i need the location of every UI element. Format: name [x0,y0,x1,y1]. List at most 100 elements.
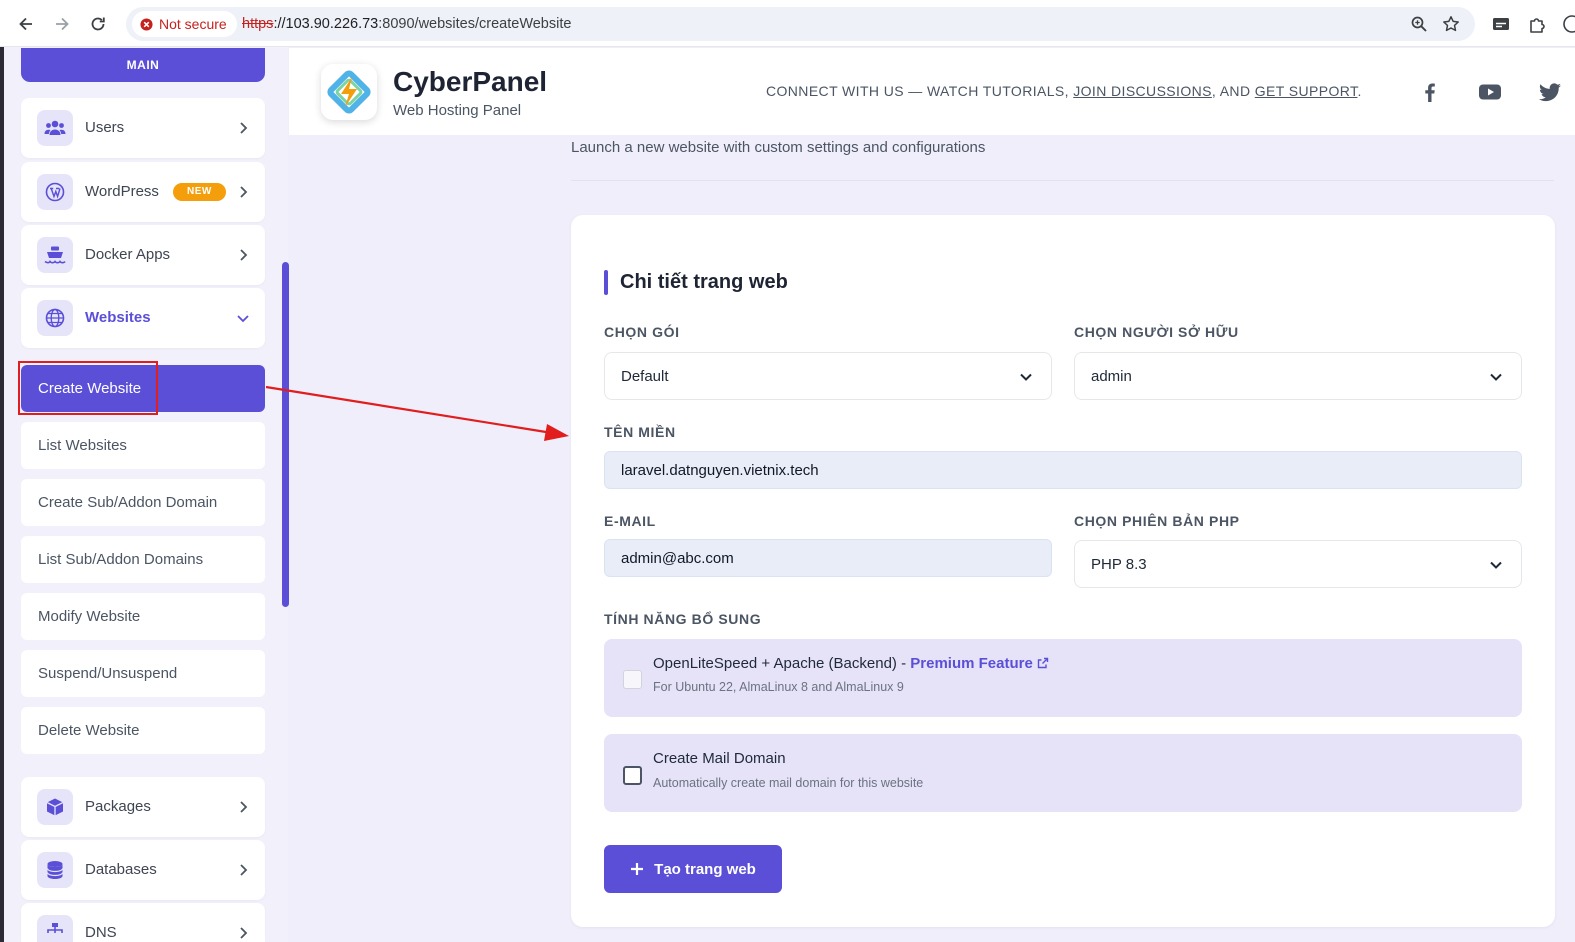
php-select[interactable]: PHP 8.3 [1074,540,1522,588]
create-website-button[interactable]: Tạo trang web [604,845,782,893]
sidebar-subitem-list-sub-addon-domains[interactable]: List Sub/Addon Domains [21,536,265,583]
feature-title: OpenLiteSpeed + Apache (Backend) - Premi… [653,655,1049,672]
owner-value: admin [1091,367,1132,385]
sidebar-item-packages[interactable]: Packages [21,777,265,837]
sidebar-subitem-list-websites[interactable]: List Websites [21,422,265,469]
sidebar-item-label: Packages [85,798,151,815]
domain-label: TÊN MIỀN [604,424,676,440]
sidebar-item-label: Users [85,119,125,136]
browser-toolbar: Not secure https://103.90.226.73:8090/we… [0,0,1575,47]
features-label: TÍNH NĂNG BỔ SUNG [604,611,762,627]
chevron-right-icon [235,184,251,200]
sidebar-subitem-modify-website[interactable]: Modify Website [21,593,265,640]
email-input[interactable]: admin@abc.com [604,539,1052,577]
cyberpanel-logo[interactable] [321,64,377,120]
reload-icon[interactable] [88,14,108,34]
connect-suffix: . [1357,83,1362,99]
external-link-icon[interactable] [1037,657,1049,669]
wordpress-icon [37,174,73,210]
chevron-right-icon [235,925,251,941]
feature-ols-apache: OpenLiteSpeed + Apache (Backend) - Premi… [604,639,1522,717]
url-text[interactable]: https://103.90.226.73:8090/websites/crea… [242,16,571,32]
feature-title: Create Mail Domain [653,750,786,767]
sidebar-item-wordpress[interactable]: WordPress NEW [21,162,265,222]
url-host: ://103.90.226.73 [273,16,379,32]
youtube-icon[interactable] [1478,80,1502,104]
chevron-down-icon [1487,368,1505,386]
domain-input[interactable]: laravel.datnguyen.vietnix.tech [604,451,1522,489]
chevron-right-icon [235,862,251,878]
connect-mid: , AND [1211,83,1255,99]
chevron-right-icon [235,247,251,263]
plus-icon [630,862,644,876]
top-header: CyberPanel Web Hosting Panel CONNECT WIT… [289,48,1575,135]
sidebar-item-label: Docker Apps [85,246,171,263]
premium-feature-link[interactable]: Premium Feature [910,655,1033,672]
create-website-label: Tạo trang web [654,860,756,878]
zoom-icon[interactable] [1410,15,1428,33]
connect-text: CONNECT WITH US — WATCH TUTORIALS, JOIN … [766,83,1362,99]
sidebar-item-label: DNS [85,924,117,941]
database-icon [37,852,73,888]
not-secure-icon [140,17,153,31]
sidebar-item-databases[interactable]: Databases [21,840,265,900]
media-icon[interactable] [1491,14,1511,34]
mail-domain-checkbox[interactable] [623,766,642,785]
feature-mail-domain: Create Mail Domain Automatically create … [604,734,1522,812]
sidebar-item-users[interactable]: Users [21,98,265,158]
ols-apache-checkbox[interactable] [623,670,642,689]
twitter-icon[interactable] [1538,80,1562,104]
forward-icon[interactable] [52,14,72,34]
sidebar-item-label: Databases [85,861,157,878]
join-discussions-link[interactable]: JOIN DISCUSSIONS [1073,83,1212,99]
annotation-highlight-box [18,361,158,415]
chevron-right-icon [235,120,251,136]
security-chip[interactable]: Not secure [132,11,237,37]
facebook-icon[interactable] [1418,80,1442,104]
sidebar-item-websites[interactable]: Websites [21,288,265,348]
get-support-link[interactable]: GET SUPPORT [1255,83,1358,99]
chevron-down-icon [1487,556,1505,574]
security-label: Not secure [159,16,227,32]
page-subtitle: Launch a new website with custom setting… [571,139,986,156]
chevron-down-icon [235,310,251,326]
dns-icon [37,915,73,942]
section-accent-bar [604,270,608,295]
users-icon [37,110,73,146]
feature-description: For Ubuntu 22, AlmaLinux 8 and AlmaLinux… [653,680,904,694]
extensions-icon[interactable] [1528,14,1548,34]
globe-icon [37,300,73,336]
php-label: CHỌN PHIÊN BẢN PHP [1074,513,1240,529]
owner-select[interactable]: admin [1074,352,1522,400]
sidebar-item-dns[interactable]: DNS [21,903,265,942]
main-section-button[interactable]: MAIN [21,48,265,82]
brand-name: CyberPanel [393,66,548,97]
bookmark-star-icon[interactable] [1442,15,1460,33]
docker-icon [37,237,73,273]
new-badge: NEW [173,183,226,201]
owner-label: CHỌN NGƯỜI SỞ HỮU [1074,324,1239,340]
sidebar-subitem-suspend-unsuspend[interactable]: Suspend/Unsuspend [21,650,265,697]
package-label: CHỌN GÓI [604,324,680,340]
php-value: PHP 8.3 [1091,555,1147,573]
sidebar-scrollbar[interactable] [282,262,289,607]
address-bar[interactable]: Not secure https://103.90.226.73:8090/we… [126,7,1475,41]
package-icon [37,789,73,825]
back-icon[interactable] [16,14,36,34]
package-value: Default [621,367,669,385]
chevron-down-icon [1017,368,1035,386]
profile-icon[interactable] [1562,14,1575,34]
feature-title-text: OpenLiteSpeed + Apache (Backend) - [653,655,911,672]
connect-prefix: CONNECT WITH US — WATCH TUTORIALS, [766,83,1074,99]
sidebar-item-docker-apps[interactable]: Docker Apps [21,225,265,285]
url-protocol: https [242,16,274,32]
section-title: Chi tiết trang web [620,271,788,293]
feature-description: Automatically create mail domain for thi… [653,776,924,790]
email-label: E-MAIL [604,513,656,529]
sidebar-subitem-create-sub-addon-domain[interactable]: Create Sub/Addon Domain [21,479,265,526]
package-select[interactable]: Default [604,352,1052,400]
sidebar-subitem-delete-website[interactable]: Delete Website [21,707,265,754]
brand-subtitle: Web Hosting Panel [393,102,522,119]
divider [571,180,1554,181]
sidebar-item-label: Websites [85,309,151,326]
